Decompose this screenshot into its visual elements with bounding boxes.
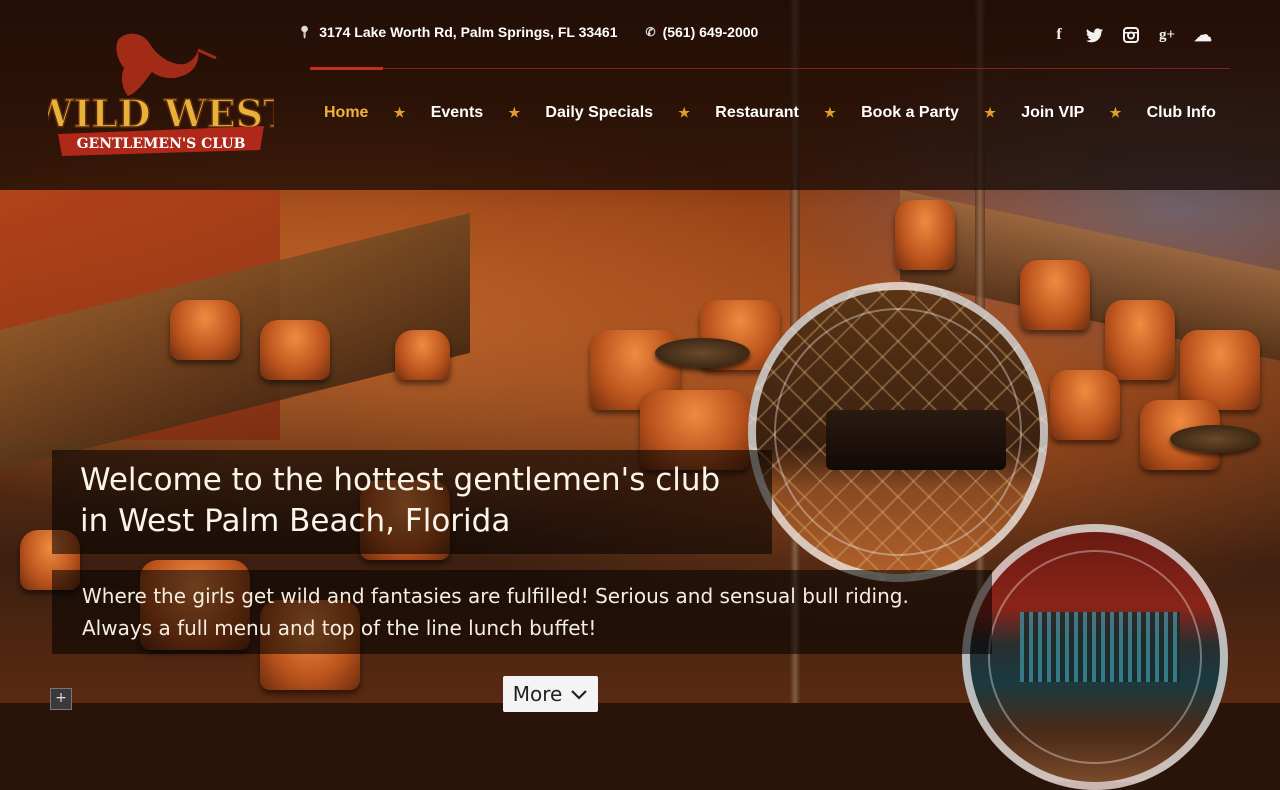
twitter-icon[interactable] (1086, 26, 1104, 44)
bar-photo (962, 524, 1228, 790)
main-nav: Home ★ Events ★ Daily Specials ★ Restaur… (310, 100, 1230, 126)
nav-home[interactable]: Home (310, 104, 382, 122)
phone-text[interactable]: (561) 649-2000 (663, 24, 759, 40)
nav-book-a-party[interactable]: Book a Party (847, 104, 973, 122)
more-button-label: More (512, 682, 563, 706)
chevron-down-icon (570, 682, 588, 706)
nav-club-info[interactable]: Club Info (1133, 104, 1230, 122)
hero-headline-line1: Welcome to the hottest gentlemen's club (80, 462, 721, 498)
nav-restaurant[interactable]: Restaurant (701, 104, 813, 122)
facebook-icon[interactable]: f (1050, 26, 1068, 44)
phone-icon: ✆ (645, 25, 656, 39)
nav-join-vip[interactable]: Join VIP (1007, 104, 1098, 122)
more-button[interactable]: More (503, 676, 598, 712)
hero-tagline-line1: Where the girls get wild and fantasies a… (82, 584, 909, 608)
google-plus-icon[interactable]: g+ (1158, 26, 1176, 44)
tagline-banner: Where the girls get wild and fantasies a… (52, 570, 992, 654)
header-divider (310, 68, 1230, 69)
hero-headline: Welcome to the hottest gentlemen's club … (52, 450, 772, 552)
star-icon: ★ (393, 105, 406, 120)
active-nav-indicator (310, 67, 383, 70)
vip-lounge-photo (748, 282, 1048, 582)
star-icon: ★ (1109, 105, 1122, 120)
map-pin-icon: 📍︎ (297, 25, 313, 39)
phone[interactable]: ✆ (561) 649-2000 (646, 24, 759, 40)
instagram-icon[interactable] (1122, 26, 1140, 44)
star-icon: ★ (984, 105, 996, 120)
hero-tagline-line2: Always a full menu and top of the line l… (82, 616, 597, 640)
address-text: 3174 Lake Worth Rd, Palm Springs, FL 334… (319, 24, 618, 40)
star-icon: ★ (508, 105, 521, 120)
social-links: f g+ ☁ (1050, 25, 1212, 45)
nav-events[interactable]: Events (417, 104, 497, 122)
welcome-banner: Welcome to the hottest gentlemen's club … (52, 450, 772, 554)
contact-info: 📍︎ 3174 Lake Worth Rd, Palm Springs, FL … (297, 24, 758, 40)
expand-button[interactable]: + (50, 688, 72, 710)
soundcloud-icon[interactable]: ☁ (1194, 25, 1212, 45)
star-icon: ★ (824, 105, 836, 120)
hero-headline-line2: in West Palm Beach, Florida (80, 503, 511, 539)
logo-subtitle: GENTLEMEN'S CLUB (77, 136, 246, 152)
star-icon: ★ (678, 105, 690, 120)
club-logo[interactable]: WILD WEST GENTLEMEN'S CLUB (48, 22, 274, 162)
site-header: WILD WEST GENTLEMEN'S CLUB 📍︎ 3174 Lake … (0, 0, 1280, 190)
address: 📍︎ 3174 Lake Worth Rd, Palm Springs, FL … (297, 24, 618, 40)
hero-tagline: Where the girls get wild and fantasies a… (52, 570, 992, 654)
nav-daily-specials[interactable]: Daily Specials (531, 104, 667, 122)
